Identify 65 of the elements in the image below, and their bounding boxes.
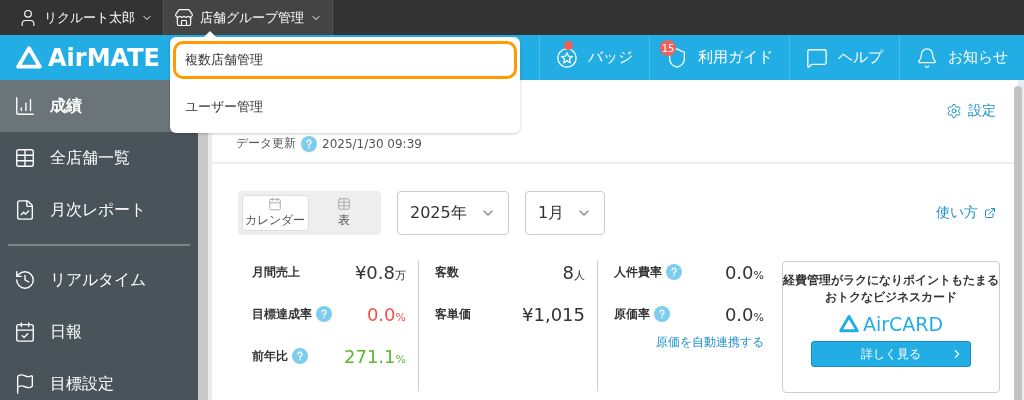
settings-icon (946, 103, 962, 119)
nav-label: 利用ガイド (698, 48, 773, 67)
sidebar-item[interactable]: 全店舗一覧 (0, 132, 198, 184)
view-toggle-button[interactable]: 表 (310, 195, 377, 231)
help-icon[interactable] (292, 348, 308, 364)
metric-value: 271.1% (344, 345, 406, 367)
help-icon[interactable] (666, 264, 682, 280)
metric-label: 人件費率 (614, 263, 662, 281)
calendar-icon (14, 321, 36, 343)
logo-text: AirMATE (48, 43, 160, 72)
metric-value: 0.0% (724, 303, 764, 325)
account-menu[interactable]: 店舗グループ管理 (163, 0, 333, 35)
scrollbar[interactable] (1014, 86, 1022, 400)
metric-value: 8人 (562, 261, 585, 283)
cost-link[interactable]: 原価を自動連携する (656, 333, 764, 351)
settings-link[interactable]: 設定 (946, 102, 996, 120)
menu-item[interactable]: 複数店舗管理 (173, 41, 517, 79)
metric-value: 0.0% (366, 303, 406, 325)
count-badge: 15 (660, 40, 676, 56)
metric-label: 前年比 (252, 347, 288, 365)
metric-label: 原価率 (614, 305, 650, 323)
external-link-icon (984, 207, 996, 219)
bar-chart-icon (14, 95, 36, 117)
ad-text: 経費管理がラクになりポイントもたまる (783, 272, 999, 289)
star-badge-icon (556, 46, 578, 69)
metric-value: ¥0.8万 (354, 261, 406, 283)
aircard-logo: AirCARD (838, 313, 944, 336)
notification-dot (564, 41, 573, 50)
metric-value: 0.0% (724, 261, 764, 283)
nav-label: お知らせ (948, 48, 1008, 67)
help-icon (806, 46, 828, 69)
menu-label: 店舗グループ管理 (200, 8, 304, 27)
sidebar-item[interactable]: 日報 (0, 306, 198, 358)
how-to-link[interactable]: 使い方 (936, 204, 996, 222)
nav-label: バッジ (588, 48, 633, 67)
metric-value: ¥1,015 (522, 303, 585, 325)
nav-label: ヘルプ (838, 48, 883, 67)
dropdown-select[interactable]: 1月 (525, 191, 605, 235)
sidebar-item[interactable]: 月次レポート (0, 184, 198, 236)
table-icon (14, 147, 36, 169)
triangle-logo-icon (838, 314, 859, 335)
metric-label: 月間売上 (252, 263, 300, 281)
update-time: 2025/1/30 09:39 (322, 136, 422, 151)
view-toggle-button[interactable]: カレンダー (242, 195, 309, 231)
update-label: データ更新 (236, 135, 296, 152)
store-icon (174, 7, 194, 28)
metric-label: 客数 (435, 263, 459, 281)
notification-icon (916, 46, 938, 69)
help-icon[interactable] (301, 135, 317, 152)
triangle-logo-icon (16, 44, 42, 71)
report-icon (14, 199, 36, 221)
table-icon (336, 197, 351, 211)
dropdown-select[interactable]: 2025年 (397, 191, 509, 235)
menu-label: リクルート太郎 (44, 8, 135, 27)
metric-label: 目標達成率 (252, 305, 312, 323)
help-icon[interactable] (654, 306, 670, 322)
flag-icon (14, 373, 36, 395)
ad-text: おトクなビジネスカード (825, 288, 957, 306)
sidebar-item[interactable]: 目標設定 (0, 358, 198, 400)
calendar-icon (268, 197, 283, 211)
sidebar-item[interactable]: リアルタイム (0, 254, 198, 306)
account-menu[interactable]: リクルート太郎 (8, 0, 163, 35)
help-icon[interactable] (316, 306, 332, 322)
clock-icon (14, 269, 36, 291)
metric-label: 客単価 (435, 305, 471, 323)
